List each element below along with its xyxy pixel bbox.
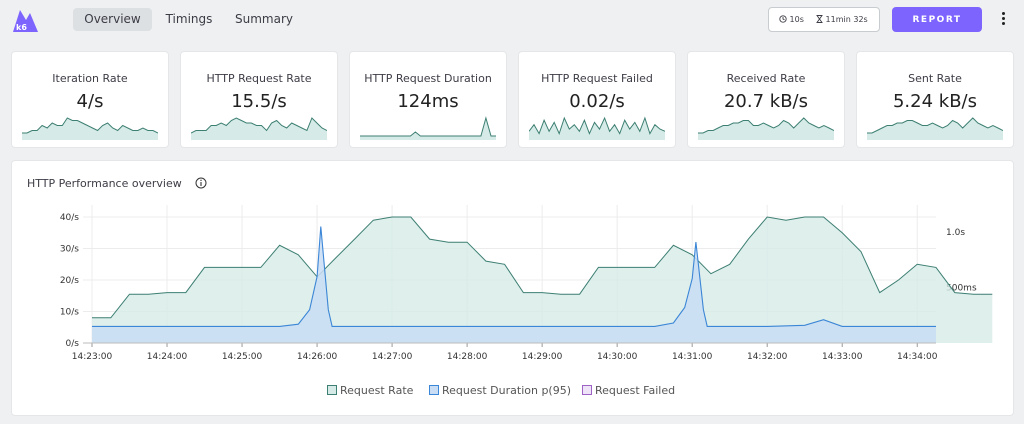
legend-label: Request Failed [595,384,676,397]
y-tick-label: 20/s [60,276,79,286]
stat-label: Iteration Rate [52,72,128,85]
k6-logo[interactable]: k6 [11,7,39,33]
legend-request-rate[interactable]: Request Rate [327,384,413,397]
sparkline-area [698,118,834,140]
stat-value: 15.5/s [231,91,287,112]
sparkline-line [360,116,496,137]
sparkline-area [867,118,1003,140]
stat-card: Received Rate 20.7 kB/s [687,51,845,148]
top-bar: k6 Overview Timings Summary 10s 11min 32… [0,0,1024,40]
x-tick-label: 14:26:00 [297,352,338,362]
x-tick-label: 14:25:00 [222,352,263,362]
http-performance-chart: 0/s 10/s 20/s 30/s 40/s 14:23:00 14:24:00 14:25… [60,205,993,362]
elapsed-indicator: 11min 32s [816,8,868,31]
stat-card: HTTP Request Duration 124ms [349,51,507,148]
y-right-tick-label: 1.0s [946,228,965,238]
stat-value: 124ms [397,91,459,112]
sparkline [529,116,665,140]
x-tick-label: 14:34:00 [897,352,938,362]
stat-card: Sent Rate 5.24 kB/s [856,51,1014,148]
sparkline-area [529,118,665,140]
x-tick-label: 14:29:00 [522,352,563,362]
x-tick-label: 14:31:00 [672,352,713,362]
x-tick-label: 14:33:00 [822,352,863,362]
hourglass-icon [816,15,823,23]
x-tick-label: 14:27:00 [372,352,413,362]
x-tick-label: 14:30:00 [597,352,638,362]
tab-timings[interactable]: Timings [160,8,218,31]
kebab-menu-icon[interactable] [997,10,1009,30]
legend-swatch [327,385,337,395]
tab-summary[interactable]: Summary [230,8,298,31]
legend-request-duration[interactable]: Request Duration p(95) [429,384,571,397]
stat-label: Received Rate [726,72,806,85]
stat-label: HTTP Request Failed [541,72,653,85]
sparkline [698,117,834,140]
period-indicator: 10s [779,8,804,31]
sparkline-area [22,118,158,140]
x-tick-label: 14:23:00 [72,352,113,362]
legend-swatch [429,385,439,395]
y-tick-label: 0/s [66,339,80,349]
x-tick-label: 14:32:00 [747,352,788,362]
x-tick-label: 14:28:00 [447,352,488,362]
stat-value: 4/s [76,91,104,112]
clock-icon [779,15,787,23]
stat-card: HTTP Request Failed 0.02/s [518,51,676,148]
svg-text:k6: k6 [16,23,27,32]
stat-card: HTTP Request Rate 15.5/s [180,51,338,148]
stat-label: HTTP Request Rate [206,72,312,85]
sparkline-area [360,118,496,140]
period-value: 10s [789,15,804,24]
legend-label: Request Duration p(95) [442,384,572,397]
http-performance-panel: HTTP Performance overview 0/s 10/s 20/s 30/… [11,160,1014,416]
x-tick-label: 14:24:00 [147,352,188,362]
stat-label: HTTP Request Duration [364,72,492,85]
legend-label: Request Rate [340,384,414,397]
stat-value: 5.24 kB/s [892,91,977,112]
y-tick-label: 30/s [60,245,79,255]
stat-value: 0.02/s [569,91,625,112]
legend-request-failed[interactable]: Request Failed [582,384,675,397]
stat-label: Sent Rate [908,72,962,85]
stat-card: Iteration Rate 4/s [11,51,169,148]
report-button[interactable]: REPORT [892,7,982,32]
y-tick-label: 40/s [60,213,79,223]
y-tick-label: 10/s [60,308,79,318]
sparkline [360,116,496,140]
tab-overview[interactable]: Overview [73,8,152,31]
elapsed-value: 11min 32s [825,15,868,24]
time-status: 10s 11min 32s [768,7,880,32]
sparkline-area [191,118,327,140]
stat-value: 20.7 kB/s [723,91,808,112]
sparkline [22,117,158,140]
sparkline [867,117,1003,140]
legend-swatch [582,385,592,395]
sparkline [191,117,327,140]
